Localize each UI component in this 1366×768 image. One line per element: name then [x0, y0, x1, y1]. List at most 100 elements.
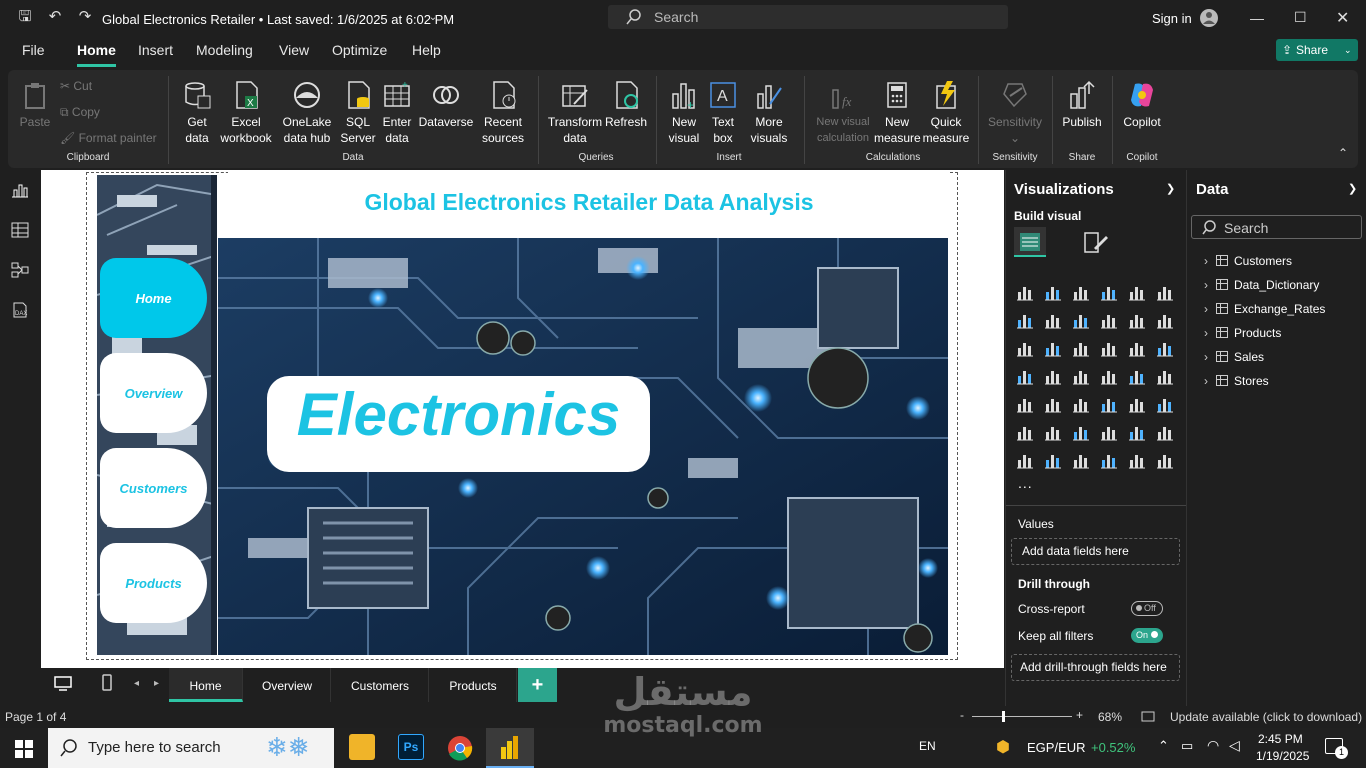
cross-report-toggle[interactable]: Off [1131, 601, 1163, 616]
map-icon[interactable] [1044, 367, 1062, 385]
azure-map-icon[interactable] [1100, 367, 1118, 385]
clustered-bar-icon[interactable] [1072, 283, 1090, 301]
collapse-data-pane-icon[interactable]: ❯ [1348, 182, 1357, 195]
column-line-icon[interactable] [1044, 339, 1062, 357]
taskbar-search[interactable]: Type here to search ❄❅ [48, 728, 334, 768]
table-item-products[interactable]: › Products [1204, 326, 1281, 340]
search-box[interactable]: Search [608, 5, 1008, 29]
menu-optimize[interactable]: Optimize [332, 42, 387, 58]
wifi-icon[interactable]: ◠ [1207, 737, 1219, 754]
page-tab-home[interactable]: Home [169, 668, 243, 702]
smart-narrative-icon[interactable] [1128, 423, 1146, 441]
copy-button[interactable]: ⧉ Copy [60, 105, 100, 120]
photoshop-icon[interactable]: Ps [398, 734, 424, 760]
collapse-ribbon-icon[interactable]: ⌃ [1338, 146, 1348, 160]
recent-sources-button[interactable]: Recent sources [478, 80, 528, 146]
enter-data-button[interactable]: + Enter data [378, 80, 416, 146]
share-button[interactable]: ⇪ Share ⌄ [1276, 39, 1358, 61]
more-visuals-button[interactable]: More visuals [744, 80, 794, 146]
onelake-button[interactable]: OneLake data hub [276, 80, 338, 146]
menu-insert[interactable]: Insert [138, 42, 173, 58]
quick-measure-button[interactable]: Quick measure [922, 80, 970, 146]
100-bar-icon[interactable] [1128, 283, 1146, 301]
clock-date[interactable]: 1/19/2025 [1256, 749, 1309, 763]
chevron-up-icon[interactable]: ⌃ [1158, 738, 1169, 754]
cut-button[interactable]: ✂ Cut [60, 79, 92, 93]
paste-button[interactable]: Paste [14, 80, 56, 130]
zoom-out-icon[interactable]: - [960, 708, 964, 722]
nav-home-button[interactable]: Home [100, 258, 207, 338]
zoom-slider-thumb[interactable] [1002, 711, 1005, 722]
page-tab-customers[interactable]: Customers [332, 668, 429, 702]
line-column-icon[interactable] [1156, 311, 1174, 329]
donut-icon[interactable] [1156, 339, 1174, 357]
build-visual-tab[interactable] [1014, 227, 1046, 257]
format-visual-icon[interactable] [1082, 230, 1108, 254]
matrix-icon[interactable] [1128, 395, 1146, 413]
file-explorer-icon[interactable] [349, 734, 375, 760]
minimize-icon[interactable]: — [1250, 10, 1264, 26]
keep-filters-toggle[interactable]: On [1131, 628, 1163, 643]
document-title[interactable]: Global Electronics Retailer • Last saved… [102, 12, 454, 27]
language-indicator[interactable]: EN [919, 739, 936, 753]
ribbon-chart-icon[interactable] [1016, 339, 1034, 357]
power-automate-icon[interactable] [1156, 451, 1174, 469]
menu-help[interactable]: Help [412, 42, 441, 58]
shape-map-icon[interactable] [1100, 451, 1118, 469]
prev-page-icon[interactable]: ◂ [134, 678, 139, 689]
clock-time[interactable]: 2:45 PM [1258, 732, 1303, 746]
power-bi-taskbar-button[interactable] [486, 728, 534, 768]
page-tab-overview[interactable]: Overview [244, 668, 331, 702]
nav-overview-button[interactable]: Overview [100, 353, 207, 433]
publish-button[interactable]: Publish [1058, 80, 1106, 130]
r-visual-icon[interactable] [1156, 395, 1174, 413]
menu-home[interactable]: Home [77, 42, 116, 67]
menu-file[interactable]: File [22, 42, 45, 58]
currency-pair[interactable]: EGP/EUR [1027, 740, 1086, 755]
filled-map-icon[interactable] [1072, 367, 1090, 385]
mobile-layout-icon[interactable] [102, 674, 112, 692]
add-page-button[interactable]: + [518, 668, 557, 702]
decomposition-tree-icon[interactable] [1072, 423, 1090, 441]
clustered-column-icon[interactable] [1100, 283, 1118, 301]
user-avatar-icon[interactable] [1199, 8, 1219, 28]
key-influencers-icon[interactable] [1044, 423, 1062, 441]
nav-customers-button[interactable]: Customers [100, 448, 207, 528]
ribbon-icon[interactable] [1100, 311, 1118, 329]
new-visual-calc-button[interactable]: fx New visual calculation [812, 80, 874, 146]
gauge-icon[interactable] [1128, 367, 1146, 385]
copilot-button[interactable]: Copilot [1118, 80, 1166, 130]
table-view-icon[interactable] [11, 222, 29, 238]
line-icon[interactable] [1016, 311, 1034, 329]
dax-query-view-icon[interactable]: DAX [11, 302, 29, 318]
power-apps-icon[interactable] [1128, 451, 1146, 469]
get-data-button[interactable]: Get data [176, 80, 218, 146]
table-item-customers[interactable]: › Customers [1204, 254, 1292, 268]
text-box-button[interactable]: A Text box [706, 80, 740, 146]
slicer-icon[interactable] [1072, 395, 1090, 413]
funnel-icon[interactable] [1072, 339, 1090, 357]
waterfall-icon[interactable] [1128, 311, 1146, 329]
scatter-icon[interactable] [1100, 339, 1118, 357]
paginated-icon[interactable] [1016, 451, 1034, 469]
fit-to-page-icon[interactable] [1141, 711, 1155, 722]
undo-icon[interactable]: ↶ [46, 8, 64, 26]
collapse-pane-icon[interactable]: ❯ [1166, 182, 1175, 195]
sensitivity-button[interactable]: Sensitivity ⌄ [986, 80, 1044, 146]
values-well[interactable]: Add data fields here [1011, 538, 1180, 565]
sql-server-button[interactable]: SQL Server [340, 80, 376, 146]
transform-data-button[interactable]: Transform data [546, 80, 604, 146]
page-tab-products[interactable]: Products [430, 668, 517, 702]
table-item-stores[interactable]: › Stores [1204, 374, 1269, 388]
windows-start-icon[interactable] [15, 740, 33, 758]
model-view-icon[interactable] [11, 262, 29, 278]
redo-icon[interactable]: ↷ [76, 8, 94, 26]
stacked-bar-icon[interactable] [1016, 283, 1034, 301]
stacked-area-icon[interactable] [1072, 311, 1090, 329]
refresh-button[interactable]: Refresh [604, 80, 648, 130]
pie-icon[interactable] [1128, 339, 1146, 357]
report-view-icon[interactable] [11, 182, 29, 198]
table-item-data-dictionary[interactable]: › Data_Dictionary [1204, 278, 1319, 292]
chrome-icon[interactable] [447, 735, 473, 761]
maximize-icon[interactable]: ☐ [1294, 9, 1307, 26]
